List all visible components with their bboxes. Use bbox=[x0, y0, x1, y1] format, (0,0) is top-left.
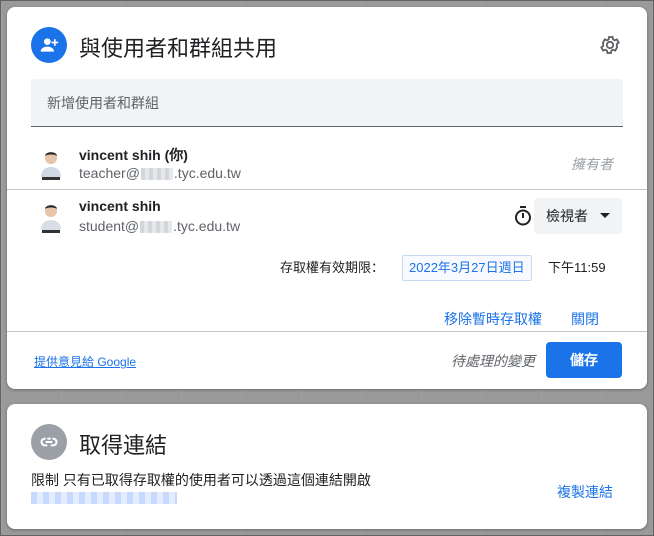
add-people-input[interactable] bbox=[31, 79, 623, 127]
expiry-label: 存取權有效期限： bbox=[280, 260, 385, 275]
owner-row: vincent shih (你) teacher@ .tyc.edu.tw 擁有者 bbox=[7, 137, 647, 187]
member-email-suffix: .tyc.edu.tw bbox=[173, 218, 241, 234]
redacted-text bbox=[140, 221, 173, 234]
link-icon bbox=[31, 424, 67, 460]
owner-email-prefix: teacher@ bbox=[79, 165, 140, 181]
member-email: student@ .tyc.edu.tw bbox=[79, 218, 240, 234]
save-button[interactable]: 儲存 bbox=[546, 342, 622, 378]
owner-email-suffix: .tyc.edu.tw bbox=[173, 165, 241, 181]
get-link-title: 取得連結 bbox=[79, 433, 168, 458]
copy-link-button[interactable]: 複製連結 bbox=[557, 482, 613, 502]
link-restriction-text: 限制 只有已取得存取權的使用者可以透過這個連結開啟 bbox=[31, 472, 371, 488]
close-expiry-button[interactable]: 關閉 bbox=[571, 309, 599, 329]
avatar bbox=[37, 147, 65, 181]
redacted-text bbox=[140, 168, 173, 181]
redacted-link-url bbox=[31, 492, 177, 504]
gear-icon[interactable] bbox=[598, 33, 622, 57]
owner-role-label: 擁有者 bbox=[571, 156, 613, 172]
share-dialog-title: 與使用者和群組共用 bbox=[79, 36, 278, 61]
caret-down-icon bbox=[600, 213, 610, 218]
owner-email: teacher@ .tyc.edu.tw bbox=[79, 165, 241, 181]
role-dropdown-value: 檢視者 bbox=[546, 208, 588, 224]
person-add-icon bbox=[31, 27, 67, 63]
share-dialog-footer: 提供意見給 Google 待處理的變更 儲存 bbox=[7, 331, 647, 390]
member-name: vincent shih bbox=[79, 198, 161, 214]
member-email-prefix: student@ bbox=[79, 218, 140, 234]
feedback-link[interactable]: 提供意見給 Google bbox=[34, 353, 136, 370]
member-row: vincent shih student@ .tyc.edu.tw 檢視者 存取權… bbox=[7, 189, 647, 340]
expiry-date-field[interactable]: 2022年3月27日週日 bbox=[402, 255, 532, 281]
avatar bbox=[37, 200, 65, 234]
share-dialog: 與使用者和群組共用 vincent shih (你) teacher@ .tyc.… bbox=[7, 7, 647, 389]
get-link-dialog: 取得連結 限制 只有已取得存取權的使用者可以透過這個連結開啟 複製連結 bbox=[7, 404, 647, 529]
timer-icon bbox=[514, 206, 532, 226]
pending-changes-label: 待處理的變更 bbox=[451, 353, 535, 369]
remove-temp-access-button[interactable]: 移除暫時存取權 bbox=[444, 309, 542, 329]
owner-name: vincent shih (你) bbox=[79, 147, 188, 163]
expiry-time[interactable]: 下午11:59 bbox=[548, 259, 606, 277]
role-dropdown[interactable]: 檢視者 bbox=[534, 198, 622, 234]
